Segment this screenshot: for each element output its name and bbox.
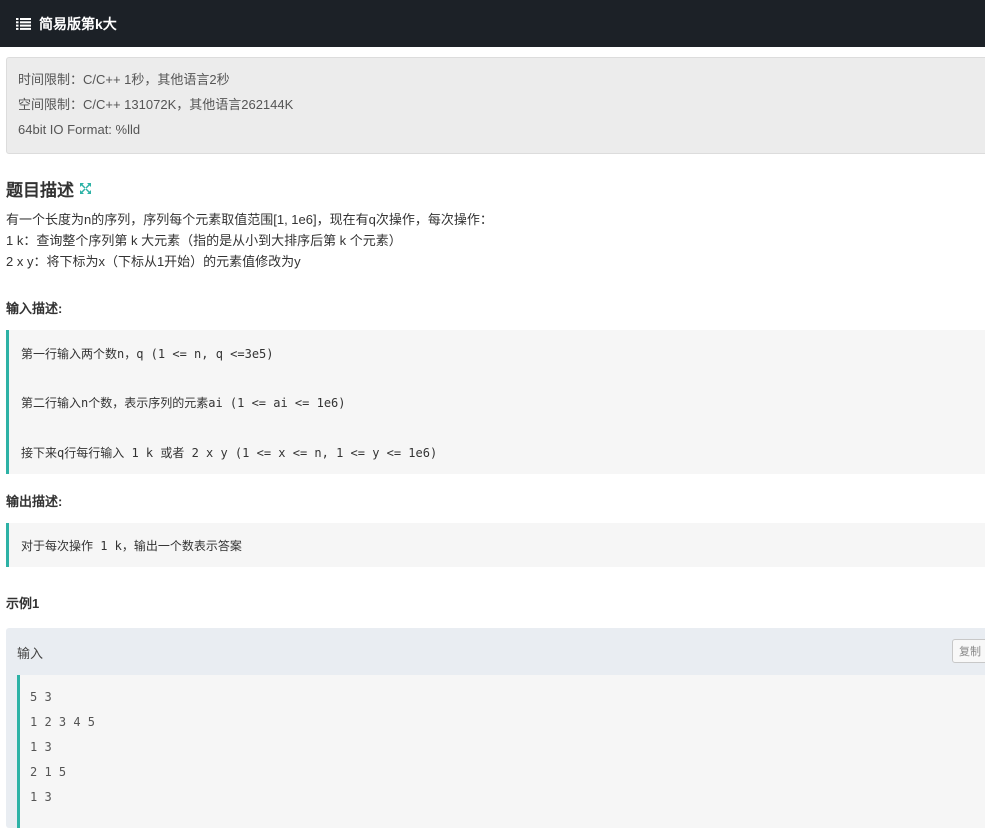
example-line: 1 3 — [30, 790, 52, 804]
example-input-code[interactable]: 5 3 1 2 3 4 5 1 3 2 1 5 1 3 — [17, 675, 985, 828]
input-desc-title: 输入描述: — [6, 301, 63, 316]
copy-button[interactable]: 复制 — [952, 639, 985, 663]
description-line: 2 x y：将下标为x（下标从1开始）的元素值修改为y — [6, 254, 301, 269]
example-panel: 输入 复制 5 3 1 2 3 4 5 1 3 2 1 5 1 3 — [6, 628, 985, 828]
input-desc-line: 第一行输入两个数n，q (1 <= n, q <=3e5) — [21, 347, 274, 361]
example-line: 1 3 — [30, 740, 52, 754]
problem-title: 简易版第k大 — [39, 15, 117, 32]
input-desc-line: 接下来q行每行输入 1 k 或者 2 x y (1 <= x <= n, 1 <… — [21, 446, 438, 460]
expand-icon[interactable] — [79, 182, 92, 195]
output-desc-line: 对于每次操作 1 k，输出一个数表示答案 — [21, 539, 242, 553]
list-icon — [16, 17, 31, 30]
example-title: 示例1 — [6, 596, 40, 611]
space-limit: 空间限制：C/C++ 131072K，其他语言262144K — [18, 97, 294, 112]
description-heading: 题目描述 — [6, 176, 92, 201]
input-desc-line: 第二行输入n个数，表示序列的元素ai (1 <= ai <= 1e6) — [21, 396, 346, 410]
example-line: 5 3 — [30, 690, 52, 704]
description-line: 1 k：查询整个序列第 k 大元素（指的是从小到大排序后第 k 个元素） — [6, 233, 402, 248]
output-desc-box: 对于每次操作 1 k，输出一个数表示答案 — [6, 523, 985, 567]
output-desc-title: 输出描述: — [6, 494, 63, 509]
description-body: 有一个长度为n的序列，序列每个元素取值范围[1, 1e6]，现在有q次操作，每次… — [6, 211, 493, 274]
example-line: 1 2 3 4 5 — [30, 715, 96, 729]
input-desc-box: 第一行输入两个数n，q (1 <= n, q <=3e5) 第二行输入n个数，表… — [6, 330, 985, 474]
description-line: 有一个长度为n的序列，序列每个元素取值范围[1, 1e6]，现在有q次操作，每次… — [6, 212, 493, 227]
io-format: 64bit IO Format: %lld — [18, 122, 141, 137]
description-title: 题目描述 — [6, 181, 74, 200]
example-line: 2 1 5 — [30, 765, 67, 779]
time-limit: 时间限制：C/C++ 1秒，其他语言2秒 — [18, 72, 230, 87]
top-bar: 简易版第k大 — [0, 0, 985, 47]
limits-panel: 时间限制：C/C++ 1秒，其他语言2秒 空间限制：C/C++ 131072K，… — [6, 57, 985, 154]
example-input-label: 输入 — [17, 646, 44, 661]
